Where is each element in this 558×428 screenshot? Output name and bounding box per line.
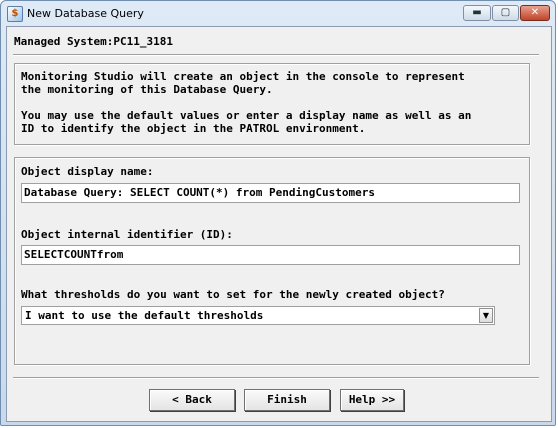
id-input[interactable]: SELECTCOUNTfrom: [21, 245, 520, 265]
title-bar[interactable]: $ New Database Query ▬ ▢ ✕: [1, 1, 555, 27]
maximize-button[interactable]: ▢: [492, 5, 519, 21]
chevron-down-icon[interactable]: ▼: [479, 308, 493, 323]
intro-line-2: the monitoring of this Database Query.: [21, 83, 273, 96]
footer-separator: [13, 377, 539, 379]
header-separator: [13, 54, 539, 56]
minimize-button[interactable]: ▬: [463, 5, 491, 21]
close-button[interactable]: ✕: [520, 5, 550, 21]
finish-button[interactable]: Finish: [244, 389, 330, 411]
intro-line-3: You may use the default values or enter …: [21, 109, 472, 122]
intro-line-4: ID to identify the object in the PATROL …: [21, 122, 366, 135]
intro-group: Monitoring Studio will create an object …: [14, 63, 530, 145]
help-button[interactable]: Help >>: [340, 389, 404, 411]
managed-system-label: Managed System:PC11_3181: [14, 35, 173, 48]
app-icon: $: [7, 6, 23, 22]
dialog-window: $ New Database Query ▬ ▢ ✕ Managed Syste…: [0, 0, 556, 426]
form-group: Object display name: Database Query: SEL…: [14, 157, 530, 365]
display-name-input[interactable]: Database Query: SELECT COUNT(*) from Pen…: [21, 183, 520, 203]
id-label: Object internal identifier (ID):: [21, 228, 233, 241]
dialog-client: Managed System:PC11_3181 Monitoring Stud…: [6, 26, 552, 422]
thresholds-label: What thresholds do you want to set for t…: [21, 288, 445, 301]
thresholds-selected-value: I want to use the default thresholds: [25, 309, 264, 322]
back-button[interactable]: < Back: [149, 389, 235, 411]
intro-line-1: Monitoring Studio will create an object …: [21, 70, 465, 83]
thresholds-select[interactable]: I want to use the default thresholds ▼: [21, 306, 495, 325]
window-title: New Database Query: [27, 7, 144, 20]
display-name-label: Object display name:: [21, 165, 154, 178]
